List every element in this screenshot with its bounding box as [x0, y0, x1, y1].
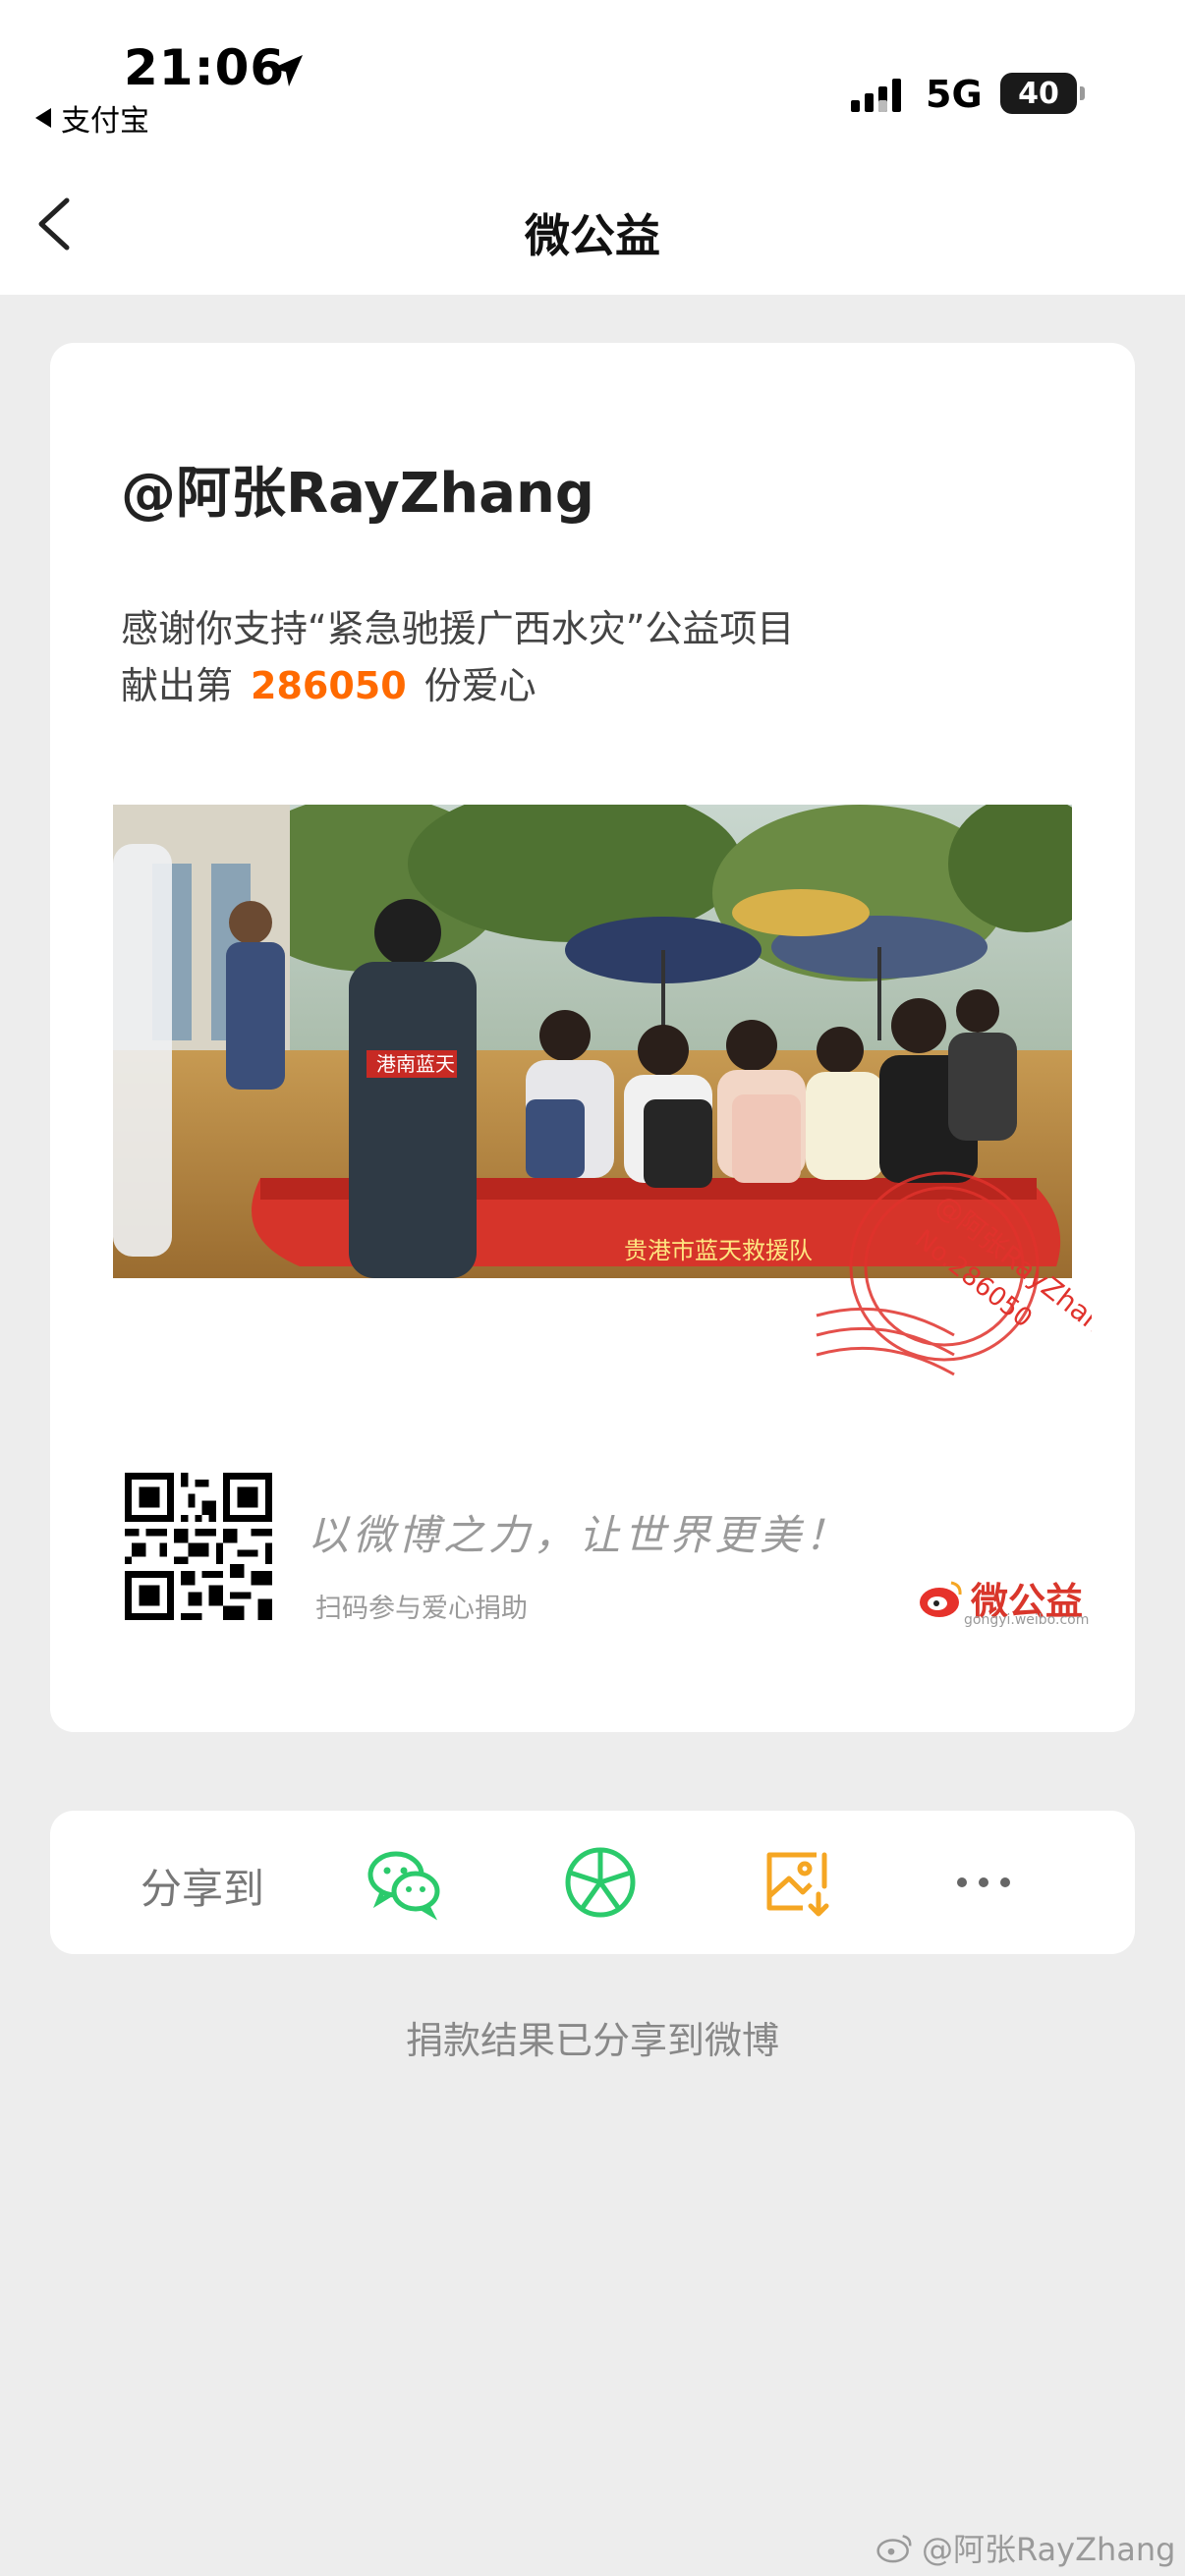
heart-count: 286050: [251, 664, 407, 707]
donor-username: @阿张RayZhang: [121, 462, 594, 526]
thanks-line-2: 献出第 286050 份爱心: [121, 657, 794, 714]
page-title: 微公益: [525, 209, 660, 262]
moments-icon[interactable]: [561, 1843, 640, 1922]
location-arrow-icon: [271, 55, 303, 86]
status-bar: 21:06 支付宝 5G 40: [0, 0, 1185, 147]
signal-strength-icon: [851, 79, 901, 112]
donation-qr-code[interactable]: [125, 1473, 272, 1620]
wechat-icon[interactable]: [365, 1843, 443, 1922]
back-triangle-icon: [35, 108, 51, 128]
save-image-icon[interactable]: [758, 1843, 836, 1922]
share-status-note: 捐款结果已分享到微博: [405, 2019, 779, 2062]
thanks-prefix: 献出第: [121, 664, 234, 707]
battery-indicator: 40: [1000, 73, 1085, 114]
weibo-watermark-icon: [876, 2535, 912, 2563]
commemorative-stamp: @阿张RayZhang No.286050: [816, 1171, 1092, 1376]
watermark-text: @阿张RayZhang: [922, 2531, 1176, 2568]
share-bar: 分享到: [50, 1811, 1135, 1954]
return-app-label: 支付宝: [61, 104, 149, 139]
thanks-suffix: 份爱心: [423, 664, 536, 707]
weibo-watermark: @阿张RayZhang: [876, 2525, 1176, 2570]
weibo-logo-icon: [920, 1581, 962, 1617]
scan-hint: 扫码参与爱心捐助: [315, 1594, 528, 1624]
status-time: 21:06: [124, 39, 286, 96]
more-icon[interactable]: [944, 1843, 1023, 1922]
share-label: 分享到: [141, 1865, 265, 1913]
raft-label: 贵港市蓝天救援队: [624, 1237, 813, 1264]
brand-url: gongyi.weibo.com: [964, 1612, 1090, 1628]
rescuer-vest-label: 港南蓝天: [376, 1052, 455, 1076]
navigation-bar: 微公益: [0, 147, 1185, 295]
thanks-line-1: 感谢你支持“紧急驰援广西水灾”公益项目: [121, 607, 795, 650]
donation-certificate-card: @阿张RayZhang 感谢你支持“紧急驰援广西水灾”公益项目 献出第 28605…: [50, 343, 1135, 1732]
slogan-text: 以微博之力，让世界更美！: [308, 1511, 851, 1559]
network-type: 5G: [926, 73, 983, 116]
return-to-app-link[interactable]: 支付宝: [35, 96, 149, 140]
thanks-message: 感谢你支持“紧急驰援广西水灾”公益项目 献出第 286050 份爱心: [121, 600, 794, 714]
